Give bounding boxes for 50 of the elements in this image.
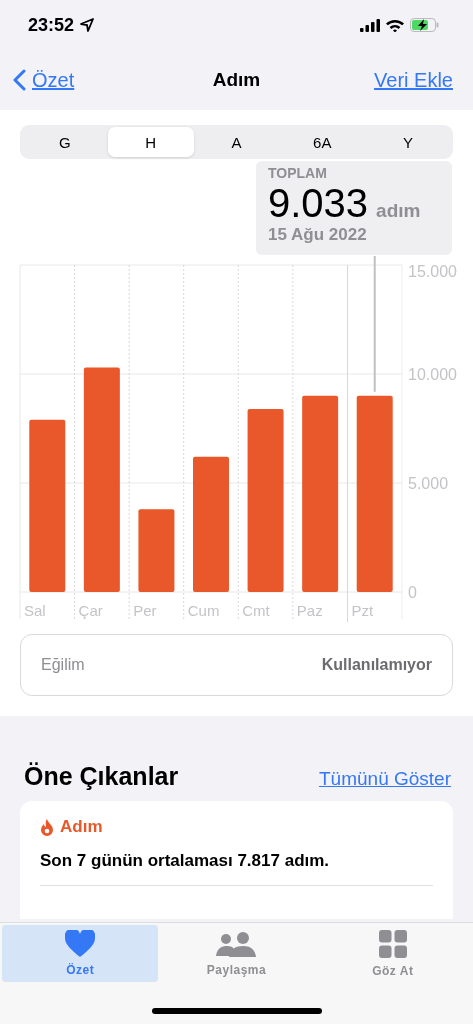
axis-label: 10.000 <box>408 366 457 383</box>
axis-label: 5.000 <box>408 475 449 492</box>
card-category: Adım <box>60 817 103 837</box>
axis-label: Çar <box>78 602 103 619</box>
tab-bar-item[interactable]: Özet <box>2 925 159 982</box>
axis-label: Paz <box>296 602 323 619</box>
axis-label: Pzt <box>351 602 374 619</box>
trend-value: Kullanılamıyor <box>321 656 432 674</box>
wifi-icon <box>386 18 404 32</box>
axis-label: Cum <box>187 602 220 619</box>
heart-icon <box>65 930 96 957</box>
segment-tab[interactable]: H <box>107 127 194 157</box>
segment-tab[interactable]: A <box>193 127 280 157</box>
bar[interactable] <box>29 419 66 592</box>
callout-label: TOPLAM <box>268 165 328 181</box>
add-data-link[interactable]: Veri Ekle <box>374 68 453 92</box>
show-all-link[interactable]: Tümünü Göster <box>319 768 451 790</box>
page-title: Adım <box>212 69 261 91</box>
bar[interactable] <box>138 509 175 592</box>
bar[interactable] <box>302 395 339 592</box>
trend-label: Eğilim <box>41 656 85 674</box>
date-label: 15 Ağu 2022 <box>268 225 368 245</box>
tab-bar-item[interactable]: Göz At <box>314 925 471 982</box>
people-icon <box>216 930 257 957</box>
bar[interactable] <box>83 367 120 592</box>
flame-icon <box>40 818 54 836</box>
back-chevron-icon[interactable] <box>12 69 26 91</box>
unit-label: adım <box>376 200 421 222</box>
highlight-card[interactable]: Adım Son 7 günün ortalaması 7.817 adım. <box>20 801 453 919</box>
segment-tab[interactable]: G <box>22 127 108 157</box>
axis-label: 0 <box>408 584 417 601</box>
card-text: Son 7 günün ortalaması 7.817 adım. <box>40 851 433 886</box>
tab-bar-item[interactable]: Paylaşma <box>158 925 315 982</box>
bar[interactable] <box>356 395 393 592</box>
bar[interactable] <box>247 408 284 592</box>
axis-label: Sal <box>24 602 46 619</box>
section-title: Öne Çıkanlar <box>24 762 179 791</box>
battery-charging-icon <box>410 18 439 32</box>
segment-tab[interactable]: Y <box>365 127 451 157</box>
location-arrow-icon <box>80 18 95 32</box>
axis-label: Per <box>133 602 157 619</box>
axis-label: 15.000 <box>408 263 457 280</box>
total-value: 9.033 <box>268 181 369 225</box>
back-link[interactable]: Özet <box>32 68 75 92</box>
segment-tab[interactable]: 6A <box>279 127 366 157</box>
grid-icon <box>378 929 407 958</box>
signal-icon <box>360 18 380 32</box>
axis-label: Cmt <box>242 602 270 619</box>
status-time: 23:52 <box>28 14 75 36</box>
trend-card[interactable]: Eğilim Kullanılamıyor <box>20 634 453 696</box>
